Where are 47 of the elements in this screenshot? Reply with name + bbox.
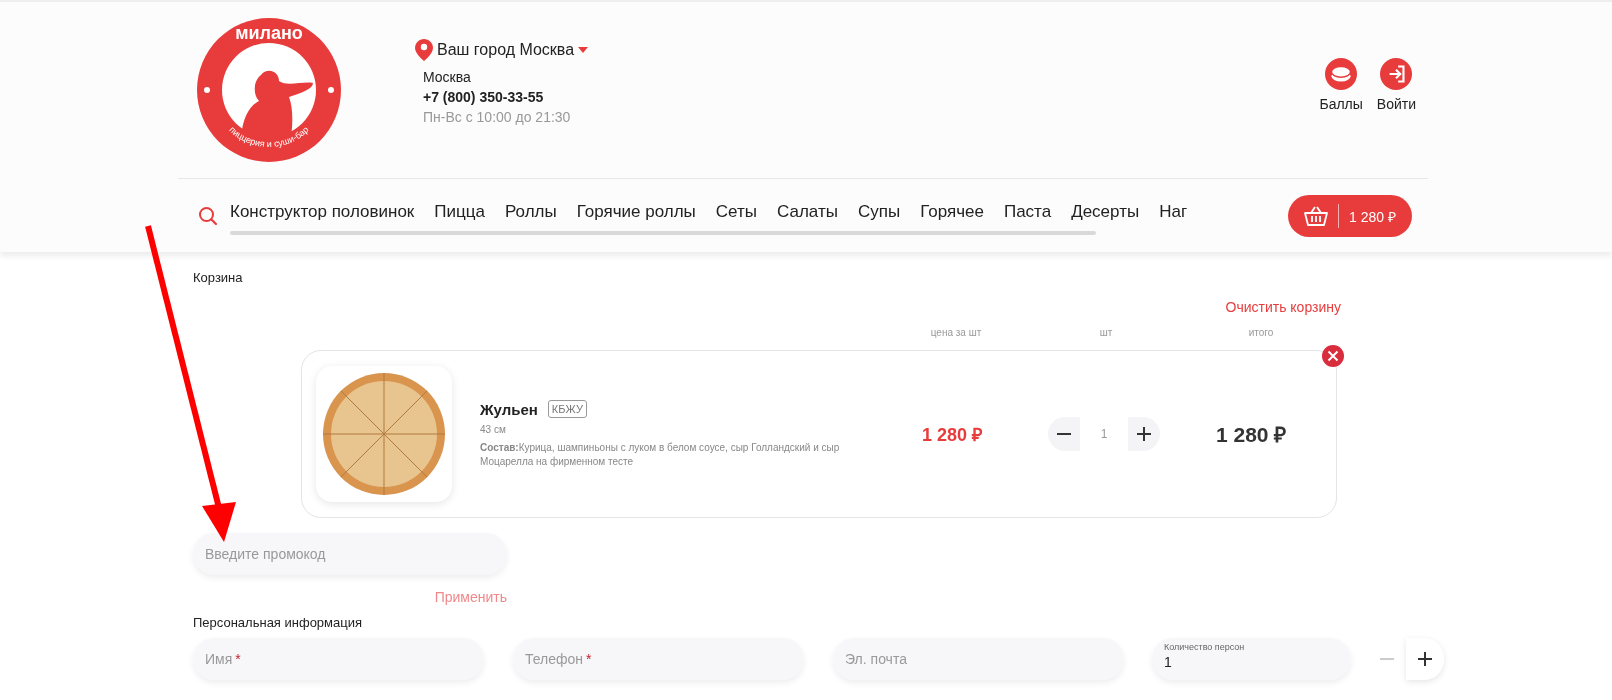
minus-icon xyxy=(1057,433,1071,435)
category-tab[interactable]: Горячие роллы xyxy=(576,202,696,222)
cart-title: Корзина xyxy=(193,270,244,285)
product-size: 43 см xyxy=(480,424,507,435)
cart-button[interactable]: 1 280 ₽ xyxy=(1288,195,1412,237)
category-tab[interactable]: Конструктор половинок xyxy=(230,202,415,222)
scrollbar[interactable] xyxy=(230,231,1096,235)
points-button[interactable]: Баллы xyxy=(1319,58,1363,112)
remove-icon[interactable] xyxy=(1322,345,1344,367)
product-name: Жульен xyxy=(480,400,538,418)
basket-icon xyxy=(1304,206,1328,226)
plus-icon xyxy=(1418,652,1432,666)
login-button[interactable]: Войти xyxy=(1376,58,1416,112)
category-tab[interactable]: Десерты xyxy=(1071,202,1140,222)
product-composition: Состав:Курица, шампиньоны с луком в белом соусе, сыр Голландский и сыр Моцарелла на фирменном тесте xyxy=(480,441,841,468)
clear-cart-link[interactable]: Очистить корзину xyxy=(1225,299,1341,315)
category-tab[interactable]: Сеты xyxy=(715,202,757,222)
category-tab[interactable]: Горячее xyxy=(920,202,984,222)
quantity-value: 1 xyxy=(1080,417,1128,451)
location-pin-icon xyxy=(415,39,433,61)
minus-icon xyxy=(1380,658,1394,660)
category-tab[interactable]: Салаты xyxy=(777,202,838,222)
input-field[interactable]: Телефон * xyxy=(513,638,804,680)
category-tab[interactable]: Наг xyxy=(1159,202,1188,222)
search-icon[interactable] xyxy=(198,206,218,226)
nutrition-button[interactable]: КБЖУ xyxy=(547,400,587,418)
category-tab[interactable]: Супы xyxy=(857,202,901,222)
input-field[interactable]: Имя * xyxy=(193,638,484,680)
caret-icon xyxy=(578,47,589,53)
increase-button[interactable] xyxy=(1406,638,1444,680)
login-icon xyxy=(1380,58,1413,90)
persons-field[interactable]: Количество персон 1 xyxy=(1152,638,1351,680)
unit-price: 1 280 ₽ xyxy=(922,424,983,446)
plus-icon xyxy=(1137,427,1151,441)
city-name: Москва xyxy=(423,69,472,85)
item-total: 1 280 ₽ xyxy=(1216,422,1287,448)
column-header: итого xyxy=(1247,327,1275,338)
column-header: шт xyxy=(1098,327,1114,338)
coins-icon xyxy=(1325,58,1358,90)
section-title: Персональная информация xyxy=(193,615,364,630)
column-header: цена за шт xyxy=(929,327,983,338)
phone-number[interactable]: +7 (800) 350-33-55 xyxy=(423,89,589,105)
opening-hours: Пн-Вс с 10:00 до 21:30 xyxy=(423,109,572,125)
category-tab[interactable]: Роллы xyxy=(504,202,557,222)
category-tab[interactable]: Пицца xyxy=(434,202,485,222)
city-selector[interactable]: Ваш город Москва xyxy=(437,41,575,59)
category-tab[interactable]: Паста xyxy=(1003,202,1052,222)
